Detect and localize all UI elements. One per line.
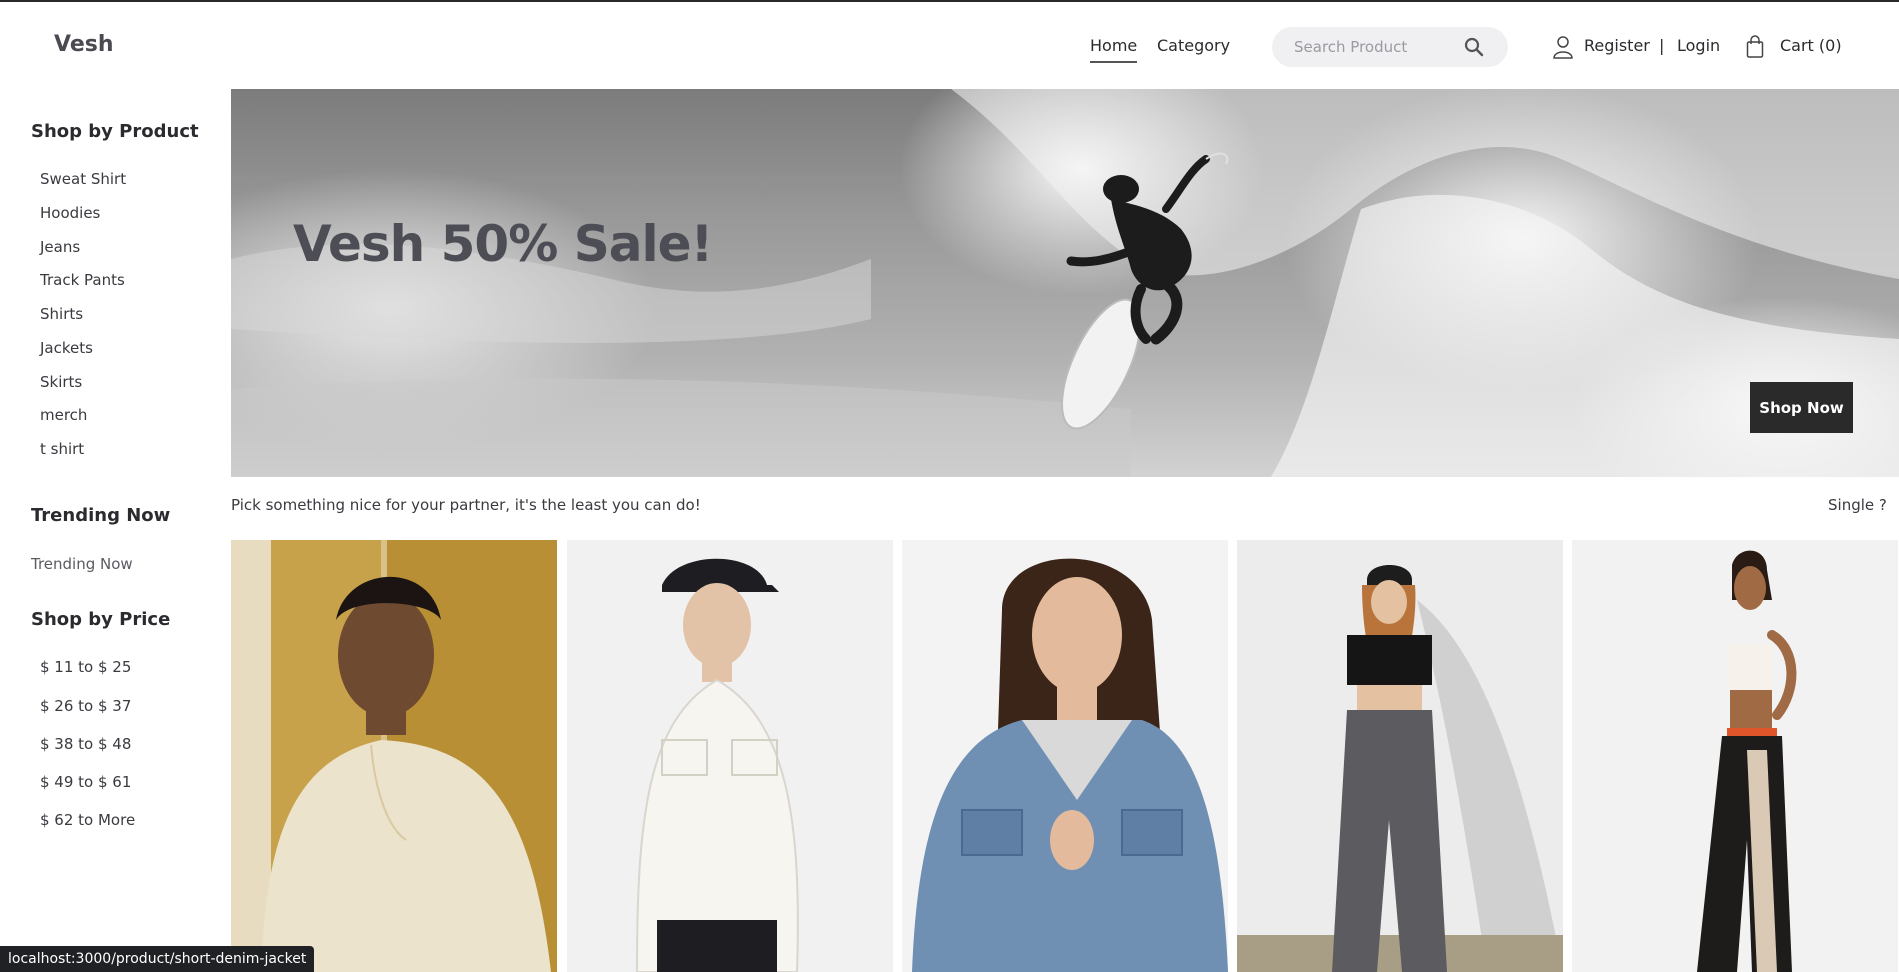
sidebar-item-jeans[interactable]: Jeans [40,238,80,256]
search-icon[interactable] [1464,37,1484,57]
product-grid [231,540,1899,972]
product-card[interactable] [1572,540,1898,972]
sidebar-item-skirts[interactable]: Skirts [40,373,82,391]
product-card[interactable] [1237,540,1563,972]
site-header: Vesh Home Category Register | Login Cart… [0,2,1899,88]
sidebar-item-merch[interactable]: merch [40,406,87,424]
user-icon[interactable] [1552,35,1574,59]
sidebar-item-jackets[interactable]: Jackets [40,339,93,357]
nav-home[interactable]: Home [1090,36,1138,63]
product-image [567,540,893,972]
product-card[interactable] [231,540,557,972]
search-input[interactable] [1294,27,1464,67]
sidebar: Shop by Product Sweat Shirt Hoodies Jean… [0,88,230,972]
single-link[interactable]: Single ? [1828,496,1887,514]
shop-now-button[interactable]: Shop Now [1750,382,1853,433]
nav-category[interactable]: Category [1157,36,1230,55]
trending-now-heading: Trending Now [31,505,171,526]
surfer-wave-image [231,89,1899,477]
sidebar-item-sweat-shirt[interactable]: Sweat Shirt [40,170,126,188]
header-separator: | [1659,36,1665,55]
price-filter-11-25[interactable]: $ 11 to $ 25 [40,658,131,676]
shopping-bag-icon[interactable] [1746,35,1764,59]
cart-link[interactable]: Cart (0) [1780,36,1842,55]
tagline: Pick something nice for your partner, it… [231,496,701,514]
browser-status-url: localhost:3000/product/short-denim-jacke… [0,946,315,972]
product-card[interactable] [902,540,1228,972]
register-link[interactable]: Register [1584,36,1650,55]
sidebar-item-trending-now[interactable]: Trending Now [31,555,133,573]
price-filter-26-37[interactable]: $ 26 to $ 37 [40,697,131,715]
price-filter-49-61[interactable]: $ 49 to $ 61 [40,773,131,791]
login-link[interactable]: Login [1677,36,1720,55]
sidebar-item-shirts[interactable]: Shirts [40,305,83,323]
product-image [902,540,1228,972]
banner-title: Vesh 50% Sale! [293,215,713,273]
product-image [1237,540,1563,972]
price-filter-62-more[interactable]: $ 62 to More [40,811,135,829]
price-filter-38-48[interactable]: $ 38 to $ 48 [40,735,131,753]
hero-banner: Vesh 50% Sale! Shop Now [231,89,1899,477]
product-image [1572,540,1898,972]
search-bar [1272,27,1508,67]
sidebar-item-t-shirt[interactable]: t shirt [40,440,84,458]
logo[interactable]: Vesh [54,32,114,57]
shop-by-price-heading: Shop by Price [31,609,171,630]
product-image [231,540,557,972]
sidebar-item-track-pants[interactable]: Track Pants [40,271,125,289]
sidebar-item-hoodies[interactable]: Hoodies [40,204,100,222]
product-card[interactable] [567,540,893,972]
shop-by-product-heading: Shop by Product [31,121,199,142]
